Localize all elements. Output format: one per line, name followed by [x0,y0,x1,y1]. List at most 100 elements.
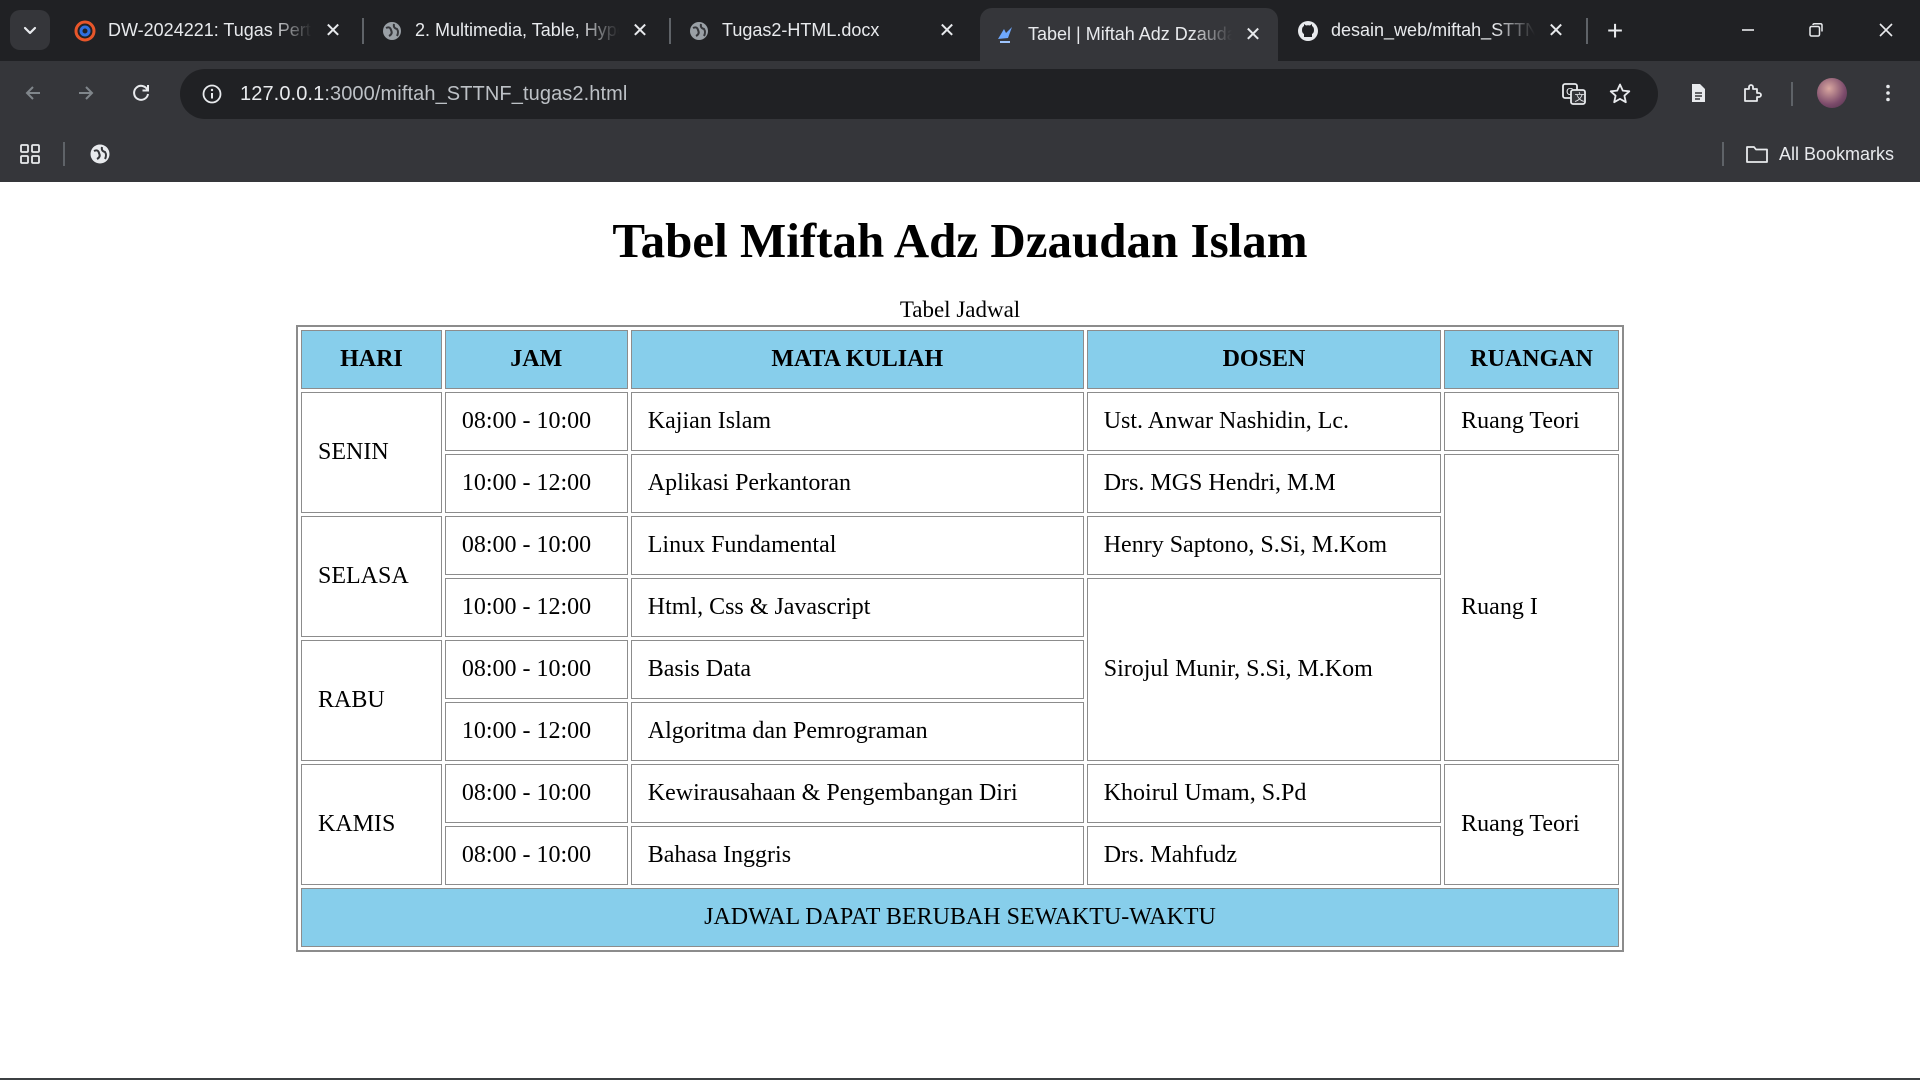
bookmark-globe[interactable] [84,134,116,174]
tab-close-icon[interactable]: ✕ [322,20,344,42]
day-cell: RABU [301,640,442,761]
table-footer-note: JADWAL DAPAT BERUBAH SEWAKTU-WAKTU [301,888,1619,947]
translate-icon: G文 [1562,83,1586,105]
tab-close-icon[interactable]: ✕ [1242,24,1264,46]
room-cell: Ruang Teori [1444,392,1619,451]
document-icon [1692,84,1705,102]
tab-divider [669,18,671,44]
restore-button[interactable] [1796,12,1836,48]
table-row: KAMIS 08:00 - 10:00 Kewirausahaan & Peng… [301,764,1619,885]
tab-search-button[interactable] [10,10,50,50]
course-cell: Kajian Islam [630,392,1084,451]
tab-multimedia[interactable]: 2. Multimedia, Table, Hyperlink ✕ [367,8,665,53]
course-cell: Aplikasi Perkantoran [630,454,1084,513]
course-cell: Html, Css & Javascript [630,578,1084,637]
tab-close-icon[interactable]: ✕ [936,20,958,42]
site-info-icon[interactable] [192,74,232,114]
course-cell: Linux Fundamental [630,516,1084,575]
page-title: Tabel Miftah Adz Dzaudan Islam [612,213,1308,268]
folder-icon [1746,146,1768,163]
time-cell: 10:00 - 12:00 [444,702,628,761]
time-cell: 08:00 - 10:00 [444,764,628,823]
day-cell: KAMIS [301,764,442,885]
restore-icon [1809,23,1823,37]
header-mata-kuliah: MATA KULIAH [630,330,1084,389]
tab-divider [362,18,364,44]
star-icon [1609,83,1631,104]
table-row: SELASA 08:00 - 10:00 Linux Fundamental H… [301,516,1619,637]
plus-icon: + [1606,15,1624,46]
close-window-button[interactable] [1866,12,1906,48]
menu-button[interactable] [1868,73,1908,113]
browser-toolbar: 127.0.0.1:3000/miftah_STTNF_tugas2.html … [0,61,1920,126]
new-tab-button[interactable]: + [1598,14,1632,48]
close-icon [1879,23,1893,37]
table-row: SENIN 08:00 - 10:00 Kajian Islam Ust. An… [301,392,1619,513]
edge-icon [74,20,96,42]
table-row: 10:00 - 12:00 Aplikasi Perkantoran Drs. … [301,454,1619,761]
day-cell: SENIN [301,392,442,513]
schedule-table: HARI JAM MATA KULIAH DOSEN RUANGAN SENIN… [296,325,1624,952]
tab-title: 2. Multimedia, Table, Hyperlink [415,20,619,40]
url-text[interactable]: 127.0.0.1:3000/miftah_STTNF_tugas2.html [240,83,627,106]
header-dosen: DOSEN [1086,330,1442,389]
room-cell: Ruang Teori [1444,764,1619,885]
url-path: :3000/miftah_STTNF_tugas2.html [324,82,628,105]
bookmarks-divider [1722,142,1724,166]
tab-dw-2024221[interactable]: DW-2024221: Tugas Pertemuan 2 ✕ [60,8,358,53]
table-caption: Tabel Jadwal [899,297,1021,322]
minimize-button[interactable] [1728,12,1768,48]
reading-list-button[interactable] [1678,73,1718,113]
tab-divider [1586,18,1588,44]
lecturer-cell: Drs. Mahfudz [1086,826,1442,885]
svg-text:文: 文 [1575,91,1585,104]
apps-button[interactable] [14,134,46,174]
lecturer-cell: Sirojul Munir, S.Si, M.Kom [1086,578,1442,761]
tab-close-icon[interactable]: ✕ [629,20,651,42]
arrow-left-icon [25,86,40,100]
time-cell: 08:00 - 10:00 [444,392,628,451]
lecturer-cell: Ust. Anwar Nashidin, Lc. [1086,392,1442,451]
day-cell: SELASA [301,516,442,637]
lecturer-cell: Drs. MGS Hendri, M.M [1086,454,1442,513]
course-cell: Basis Data [630,640,1084,699]
apps-grid-icon [20,144,40,164]
time-cell: 08:00 - 10:00 [444,826,628,885]
translate-button[interactable]: G文 [1554,74,1594,114]
table-header-row: HARI JAM MATA KULIAH DOSEN RUANGAN [301,330,1619,389]
tab-tugas2-docx[interactable]: Tugas2-HTML.docx ✕ [674,8,972,53]
table-footer-row: JADWAL DAPAT BERUBAH SEWAKTU-WAKTU [301,888,1619,947]
chevron-down-icon [23,26,37,35]
lecturer-cell: Khoirul Umam, S.Pd [1086,764,1442,823]
schedule-table-container: Tabel Jadwal HARI JAM MATA KULIAH DOSEN … [296,295,1624,952]
table-row: 08:00 - 10:00 Bahasa Inggris Drs. Mahfud… [301,826,1619,885]
bookmarks-divider [63,142,65,166]
back-button[interactable] [13,73,53,113]
tab-github-desain-web[interactable]: desain_web/miftah_STTNF_tugas2 ✕ [1283,8,1581,53]
all-bookmarks-label: All Bookmarks [1779,143,1895,164]
arrow-right-icon [79,86,94,100]
tab-strip: DW-2024221: Tugas Pertemuan 2 ✕ 2. Multi… [0,0,1920,61]
globe-icon [90,144,110,164]
tab-title: Tugas2-HTML.docx [722,20,880,40]
all-bookmarks-button[interactable]: All Bookmarks [1745,134,1894,174]
time-cell: 08:00 - 10:00 [444,640,628,699]
tab-title: desain_web/miftah_STTNF_tugas2 [1331,20,1535,40]
puzzle-icon [1744,84,1762,102]
forward-button[interactable] [66,73,106,113]
course-cell: Kewirausahaan & Pengembangan Diri [630,764,1084,823]
toolbar-divider [1791,82,1793,106]
reload-button[interactable] [121,73,161,113]
time-cell: 10:00 - 12:00 [444,454,628,513]
reload-icon [133,84,149,101]
tab-close-icon[interactable]: ✕ [1545,20,1567,42]
page-viewport: Tabel Miftah Adz Dzaudan Islam Tabel Jad… [0,182,1920,1080]
tab-title: DW-2024221: Tugas Pertemuan 2 [108,20,312,40]
extensions-button[interactable] [1733,73,1773,113]
more-vertical-icon [1886,84,1890,102]
profile-avatar[interactable] [1817,78,1847,108]
minimize-icon [1742,29,1754,31]
address-bar[interactable]: 127.0.0.1:3000/miftah_STTNF_tugas2.html … [180,69,1658,119]
tab-tabel-miftah[interactable]: Tabel | Miftah Adz Dzaudan Islam ✕ [980,8,1278,61]
bookmark-star-button[interactable] [1600,74,1640,114]
